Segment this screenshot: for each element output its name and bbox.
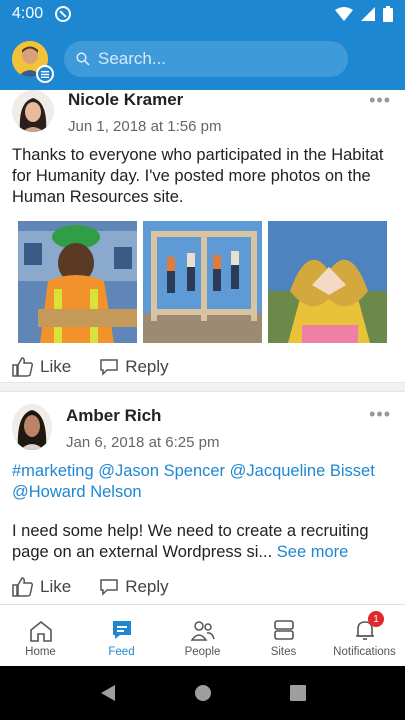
more-options-icon[interactable]: ••• — [369, 404, 391, 425]
author-avatar[interactable] — [12, 90, 54, 132]
author-name[interactable]: Amber Rich — [66, 406, 219, 426]
status-icons — [335, 6, 393, 22]
post-mentions: #marketing @Jason Spencer @Jacqueline Bi… — [0, 461, 405, 503]
author-avatar[interactable] — [12, 404, 52, 450]
menu-icon — [36, 65, 54, 83]
mention-link[interactable]: @Jason Spencer — [98, 462, 225, 480]
nav-people-label: People — [184, 646, 221, 658]
nav-notifications-label: Notifications — [333, 646, 396, 658]
search-icon — [76, 52, 90, 66]
post-photo[interactable] — [18, 221, 137, 343]
nav-feed-label: Feed — [108, 646, 135, 658]
like-label: Like — [40, 357, 72, 376]
nav-people[interactable]: People — [162, 605, 243, 666]
profile-button[interactable] — [12, 41, 54, 83]
thumbs-up-icon — [12, 357, 34, 377]
app-header — [0, 28, 405, 90]
battery-icon — [383, 6, 393, 22]
more-options-icon[interactable]: ••• — [369, 90, 391, 111]
nav-home[interactable]: Home — [0, 605, 81, 666]
like-button[interactable]: Like — [12, 357, 71, 377]
search-input[interactable] — [98, 49, 318, 69]
post-actions: Like Reply — [0, 569, 405, 604]
nav-sites[interactable]: Sites — [243, 605, 324, 666]
nav-home-label: Home — [25, 646, 56, 658]
mention-link[interactable]: @Howard Nelson — [12, 483, 142, 501]
reply-icon — [100, 359, 118, 376]
nav-notifications[interactable]: 1 Notifications — [324, 605, 405, 666]
bottom-nav: Home Feed People Sites 1 Notifications — [0, 604, 405, 666]
post-timestamp: Jan 6, 2018 at 6:25 pm — [66, 434, 220, 451]
recents-icon[interactable] — [290, 685, 307, 701]
post-body: I need some help! We need to create a re… — [0, 521, 405, 563]
thumbs-up-icon — [12, 577, 34, 597]
sites-icon — [273, 620, 294, 640]
feed-icon — [112, 621, 131, 639]
notification-badge: 1 — [368, 611, 384, 627]
home-icon — [29, 620, 52, 642]
post-photo[interactable] — [268, 221, 387, 343]
author-name[interactable]: Nicole Kramer — [68, 90, 221, 110]
post-body: Thanks to everyone who participated in t… — [12, 146, 384, 206]
search-bar[interactable] — [64, 41, 348, 77]
post-actions: Like Reply — [0, 349, 405, 385]
post-timestamp: Jun 1, 2018 at 1:56 pm — [68, 118, 222, 135]
cellular-signal-icon — [361, 7, 375, 21]
like-label: Like — [40, 577, 72, 596]
reply-button[interactable]: Reply — [99, 357, 169, 377]
people-icon — [190, 621, 215, 641]
see-more-link[interactable]: See more — [277, 543, 349, 561]
reply-label: Reply — [125, 357, 169, 376]
status-bar: 4:00 — [0, 0, 405, 28]
feed-post: Nicole Kramer Jun 1, 2018 at 1:56 pm •••… — [0, 90, 405, 382]
mention-link[interactable]: @Jacqueline Bisset — [230, 462, 375, 480]
hashtag-link[interactable]: #marketing — [12, 462, 94, 480]
post-photo[interactable] — [143, 221, 262, 343]
back-icon[interactable] — [99, 684, 117, 702]
wifi-icon — [335, 7, 353, 21]
feed-post: Amber Rich Jan 6, 2018 at 6:25 pm ••• #m… — [0, 392, 405, 604]
reply-label: Reply — [125, 577, 169, 596]
do-not-disturb-icon — [55, 6, 72, 22]
photo-gallery — [0, 221, 405, 343]
system-nav-bar — [0, 666, 405, 720]
reply-button[interactable]: Reply — [99, 577, 169, 597]
feed[interactable]: Nicole Kramer Jun 1, 2018 at 1:56 pm •••… — [0, 90, 405, 604]
status-time: 4:00 — [12, 5, 44, 22]
nav-sites-label: Sites — [270, 646, 297, 658]
reply-icon — [100, 579, 118, 596]
home-circle-icon[interactable] — [194, 684, 212, 702]
nav-feed[interactable]: Feed — [81, 605, 162, 666]
like-button[interactable]: Like — [12, 577, 71, 597]
